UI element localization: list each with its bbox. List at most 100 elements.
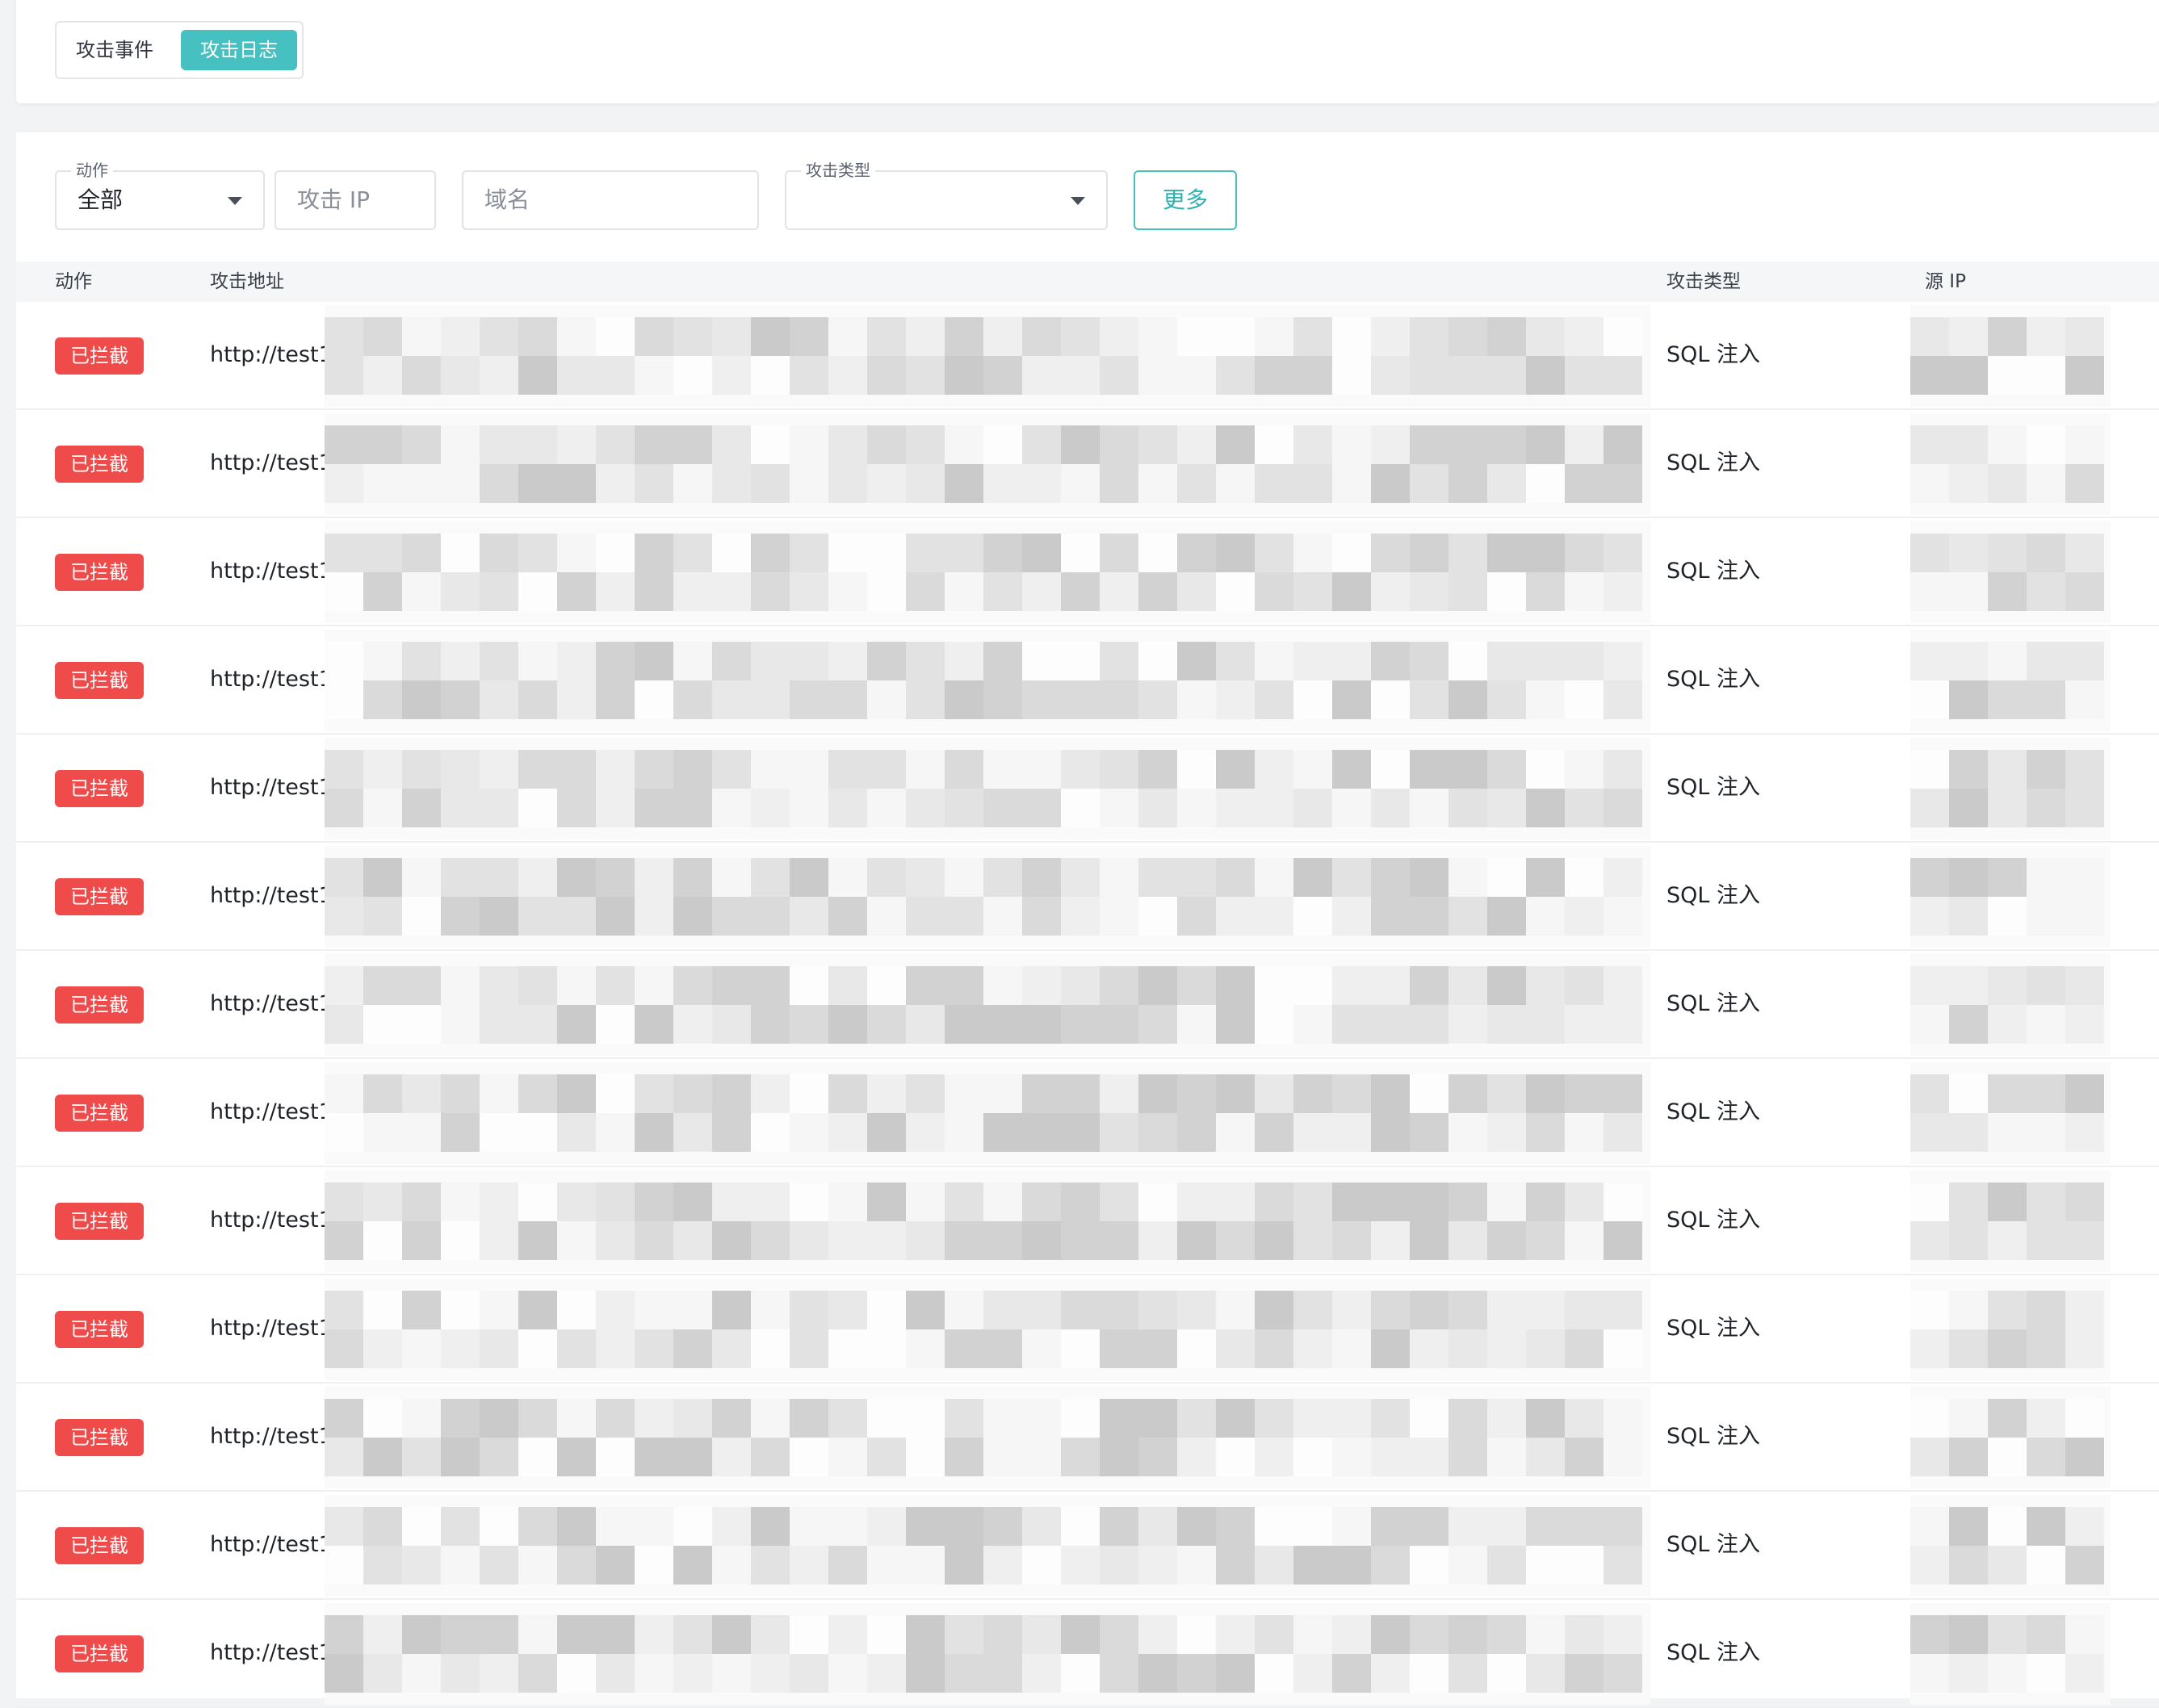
attack-type-cell: SQL 注入 [1666, 1208, 1761, 1233]
redacted-address-mosaic [325, 1062, 1650, 1164]
attack-type-cell: SQL 注入 [1666, 667, 1761, 692]
table-row[interactable]: 已拦截 http://test1 SQL 注入 [16, 626, 2159, 735]
attack-type-cell: SQL 注入 [1666, 1099, 1761, 1124]
attack-type-cell: SQL 注入 [1666, 1316, 1761, 1341]
attack-address: http://test1 [210, 1424, 333, 1449]
attack-type-cell: SQL 注入 [1666, 450, 1761, 475]
view-tab-group: 攻击事件 攻击日志 [55, 21, 304, 79]
attack-address: http://test1 [210, 559, 333, 584]
attack-address: http://test1 [210, 883, 333, 908]
blocked-status-badge: 已拦截 [55, 446, 144, 483]
attack-type-select-label: 攻击类型 [801, 161, 875, 180]
attack-address: http://test1 [210, 775, 333, 800]
attack-address: http://test1 [210, 342, 333, 367]
table-row[interactable]: 已拦截 http://test1 SQL 注入 [16, 735, 2159, 843]
attack-type-cell: SQL 注入 [1666, 883, 1761, 908]
redacted-address-mosaic [325, 1170, 1650, 1272]
attack-type-cell: SQL 注入 [1666, 991, 1761, 1016]
blocked-status-badge: 已拦截 [55, 986, 144, 1024]
redacted-address-mosaic [325, 738, 1650, 839]
attack-address: http://test1 [210, 1099, 333, 1124]
chevron-down-icon [1071, 197, 1085, 205]
attack-address: http://test1 [210, 667, 333, 692]
redacted-source-ip-mosaic [1910, 1603, 2111, 1705]
redacted-address-mosaic [325, 1495, 1650, 1597]
attack-type-cell: SQL 注入 [1666, 559, 1761, 584]
table-body: 已拦截 http://test1 SQL 注入 已拦截 http://test1 SQL … [16, 302, 2159, 1708]
redacted-source-ip-mosaic [1910, 1170, 2111, 1272]
blocked-status-badge: 已拦截 [55, 1635, 144, 1672]
table-row[interactable]: 已拦截 http://test1 SQL 注入 [16, 1059, 2159, 1167]
attack-type-cell: SQL 注入 [1666, 342, 1761, 367]
attack-type-select[interactable]: 攻击类型 [785, 161, 1108, 230]
blocked-status-badge: 已拦截 [55, 1203, 144, 1240]
attack-address: http://test1 [210, 1316, 333, 1341]
redacted-source-ip-mosaic [1910, 305, 2111, 407]
attack-log-card: 动作 全部 攻击 IP 域名 攻击类型 更多 动作 攻击地址 攻击类型 源 IP… [16, 132, 2159, 1708]
table-row[interactable]: 已拦截 http://test1 SQL 注入 [16, 1384, 2159, 1492]
blocked-status-badge: 已拦截 [55, 554, 144, 591]
redacted-source-ip-mosaic [1910, 1387, 2111, 1488]
column-header-source-ip: 源 IP [1925, 271, 1966, 292]
redacted-address-mosaic [325, 521, 1650, 623]
redacted-source-ip-mosaic [1910, 1495, 2111, 1597]
action-select-value: 全部 [78, 186, 124, 213]
blocked-status-badge: 已拦截 [55, 770, 144, 807]
redacted-source-ip-mosaic [1910, 1062, 2111, 1164]
attack-address: http://test1 [210, 1640, 333, 1665]
redacted-source-ip-mosaic [1910, 630, 2111, 731]
blocked-status-badge: 已拦截 [55, 337, 144, 375]
domain-input[interactable]: 域名 [462, 170, 759, 230]
table-row[interactable]: 已拦截 http://test1 SQL 注入 [16, 1167, 2159, 1275]
table-row[interactable]: 已拦截 http://test1 SQL 注入 [16, 518, 2159, 626]
blocked-status-badge: 已拦截 [55, 878, 144, 915]
table-row[interactable]: 已拦截 http://test1 SQL 注入 [16, 1492, 2159, 1600]
redacted-address-mosaic [325, 305, 1650, 407]
redacted-address-mosaic [325, 1387, 1650, 1488]
redacted-source-ip-mosaic [1910, 846, 2111, 948]
redacted-source-ip-mosaic [1910, 413, 2111, 515]
blocked-status-badge: 已拦截 [55, 1095, 144, 1132]
table-row[interactable]: 已拦截 http://test1 SQL 注入 [16, 1600, 2159, 1708]
column-header-address: 攻击地址 [210, 271, 284, 292]
action-select[interactable]: 动作 全部 [55, 161, 265, 230]
redacted-source-ip-mosaic [1910, 954, 2111, 1056]
tab-attack-events[interactable]: 攻击事件 [65, 30, 165, 70]
table-row[interactable]: 已拦截 http://test1 SQL 注入 [16, 843, 2159, 951]
more-filters-button[interactable]: 更多 [1134, 170, 1237, 230]
column-header-type: 攻击类型 [1666, 271, 1741, 292]
redacted-address-mosaic [325, 630, 1650, 731]
table-header: 动作 攻击地址 攻击类型 源 IP [16, 262, 2159, 302]
attack-type-cell: SQL 注入 [1666, 1424, 1761, 1449]
blocked-status-badge: 已拦截 [55, 1527, 144, 1564]
attack-type-cell: SQL 注入 [1666, 1640, 1761, 1665]
attack-address: http://test1 [210, 1532, 333, 1557]
blocked-status-badge: 已拦截 [55, 662, 144, 699]
blocked-status-badge: 已拦截 [55, 1311, 144, 1348]
tab-attack-logs[interactable]: 攻击日志 [181, 30, 297, 70]
column-header-action: 动作 [55, 271, 92, 292]
attack-address: http://test1 [210, 991, 333, 1016]
chevron-down-icon [228, 197, 242, 205]
redacted-address-mosaic [325, 1279, 1650, 1380]
attack-ip-placeholder: 攻击 IP [297, 186, 371, 213]
attack-type-cell: SQL 注入 [1666, 775, 1761, 800]
attack-address: http://test1 [210, 1208, 333, 1233]
redacted-address-mosaic [325, 846, 1650, 948]
view-switcher-card: 攻击事件 攻击日志 [16, 0, 2159, 103]
redacted-address-mosaic [325, 413, 1650, 515]
redacted-source-ip-mosaic [1910, 738, 2111, 839]
table-row[interactable]: 已拦截 http://test1 SQL 注入 [16, 1275, 2159, 1384]
attack-address: http://test1 [210, 450, 333, 475]
attack-type-cell: SQL 注入 [1666, 1532, 1761, 1557]
table-row[interactable]: 已拦截 http://test1 SQL 注入 [16, 302, 2159, 410]
table-row[interactable]: 已拦截 http://test1 SQL 注入 [16, 951, 2159, 1059]
blocked-status-badge: 已拦截 [55, 1419, 144, 1456]
redacted-source-ip-mosaic [1910, 521, 2111, 623]
domain-placeholder: 域名 [484, 186, 530, 213]
attack-ip-input[interactable]: 攻击 IP [275, 170, 436, 230]
redacted-address-mosaic [325, 954, 1650, 1056]
redacted-address-mosaic [325, 1603, 1650, 1705]
redacted-source-ip-mosaic [1910, 1279, 2111, 1380]
table-row[interactable]: 已拦截 http://test1 SQL 注入 [16, 410, 2159, 518]
